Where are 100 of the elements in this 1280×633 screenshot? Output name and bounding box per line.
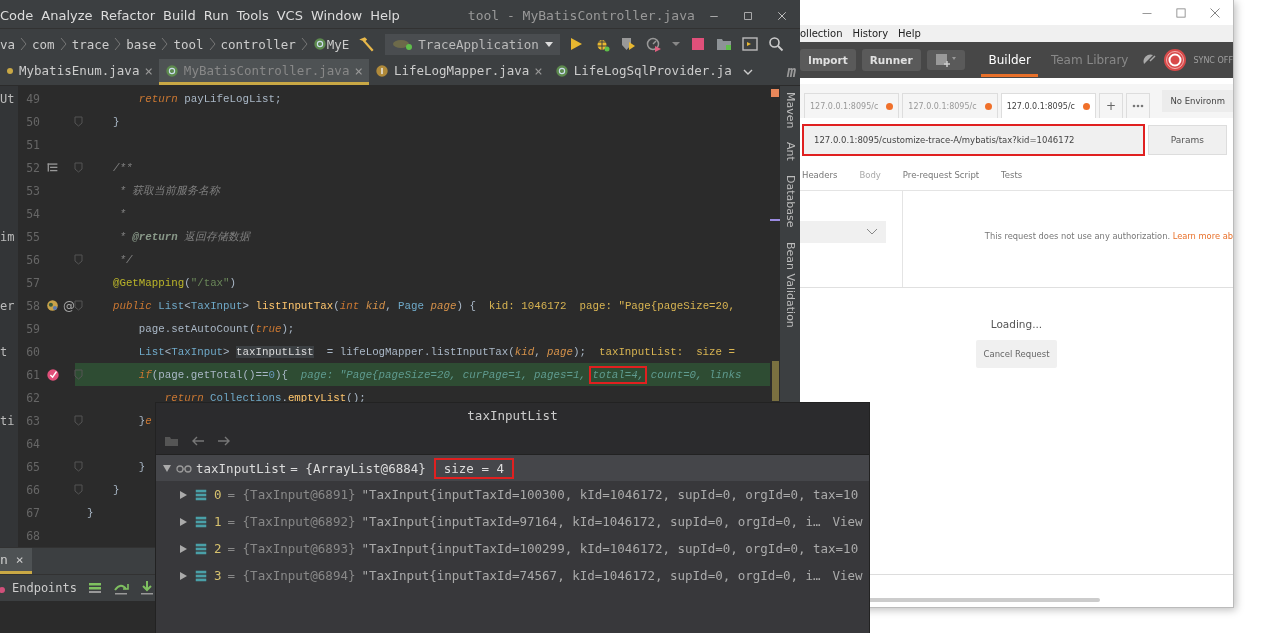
menu-item[interactable]: Help (898, 28, 921, 39)
request-tab[interactable]: 127.0.0.1:8095/c (1000, 93, 1096, 118)
tool-window-button[interactable]: Bean Validation (783, 241, 797, 328)
bottom-tab[interactable]: n × (0, 548, 32, 574)
request-sub-tab[interactable]: Headers (802, 170, 838, 180)
item-reference: = {TaxInput@6893} (227, 541, 356, 556)
item-index: 1 (214, 514, 222, 529)
folder-icon[interactable] (715, 36, 732, 52)
menu-item[interactable]: Build (163, 8, 201, 23)
toolbar-button[interactable]: Runner (861, 49, 921, 71)
maximize-icon[interactable] (742, 9, 754, 22)
line-number: 65 (25, 459, 40, 474)
warning-marker[interactable] (771, 89, 779, 97)
hammer-icon[interactable] (357, 35, 376, 53)
caret-icon[interactable] (671, 40, 680, 48)
size-label: size = 4 (433, 457, 514, 479)
file-icon (554, 63, 569, 78)
toolbar-button[interactable]: Import (800, 49, 856, 71)
menu-item[interactable]: History (852, 28, 889, 39)
menu-item[interactable]: Tools (236, 8, 274, 23)
download-icon[interactable] (139, 580, 156, 596)
project-tree-text[interactable]: er (0, 298, 15, 313)
menu-item[interactable]: Code (0, 8, 39, 23)
tool-window-button[interactable]: Maven (783, 92, 797, 129)
tree-row[interactable]: taxInputList = {ArrayList@6884} size = 4 (156, 455, 869, 481)
breakpoint-icon (46, 367, 60, 382)
project-tree-text[interactable]: im (0, 229, 15, 244)
menu-item[interactable]: Analyze (41, 8, 98, 23)
endpoints-button[interactable]: Endpoints (0, 581, 78, 595)
search-icon[interactable] (767, 36, 784, 52)
project-tree-text[interactable]: t (0, 344, 8, 359)
stop-icon[interactable] (689, 36, 706, 52)
sync-icon[interactable] (1163, 48, 1188, 72)
menu-item[interactable]: ollection (800, 28, 843, 39)
project-tree-text[interactable]: ti (0, 413, 15, 428)
code-line: } (111, 483, 120, 496)
line-number: 51 (25, 137, 40, 152)
expand-toggle-icon[interactable] (162, 463, 172, 473)
expand-toggle-icon[interactable] (178, 543, 188, 554)
gauge-icon[interactable] (645, 36, 662, 52)
sync-status: SYNC OFF (1193, 55, 1233, 65)
menu-item[interactable]: VCS (276, 8, 308, 23)
request-sub-tab[interactable]: Pre-request Script (902, 170, 980, 180)
editor-tab[interactable]: LifeLogMapper.java × (368, 59, 549, 85)
close-icon[interactable] (776, 9, 788, 22)
menu-item[interactable]: Run (203, 8, 234, 23)
breadcrumb-item[interactable]: va (0, 36, 16, 52)
breadcrumb-item[interactable]: controller (220, 36, 296, 52)
add-tab-button[interactable]: + (1099, 93, 1123, 118)
view-link[interactable]: View (832, 568, 863, 583)
breadcrumb-item[interactable]: tool (173, 36, 204, 52)
line-number: 67 (25, 505, 40, 520)
params-button[interactable]: Params (1147, 125, 1227, 155)
expand-toggle-icon[interactable] (178, 516, 188, 527)
terminal-icon[interactable] (741, 36, 758, 52)
url-field[interactable]: 127.0.0.1:8095/customize-trace-A/mybatis/tax?kid=1046172 (802, 124, 1145, 156)
list-icon (194, 487, 208, 502)
window-title: tool - MyBatisController.java (467, 8, 695, 23)
line-number: 63 (25, 413, 40, 428)
environment-dropdown[interactable]: No Environm (1162, 90, 1233, 112)
change-marker[interactable] (770, 219, 780, 221)
item-index: 3 (214, 568, 222, 583)
request-sub-tab[interactable]: Tests (1001, 170, 1023, 180)
line-number: 54 (25, 206, 40, 221)
breadcrumb-item[interactable]: com (32, 36, 55, 52)
breadcrumb-item[interactable]: MyE (326, 36, 350, 52)
editor-tab[interactable]: MybatisEnum.java × (0, 59, 159, 85)
tool-window-button[interactable]: Database (783, 175, 797, 228)
code-line: } (87, 506, 94, 519)
lines-icon[interactable] (87, 580, 104, 596)
project-tree-text[interactable]: Ut (0, 91, 15, 106)
menu-item[interactable]: Window (310, 8, 368, 23)
editor-tab[interactable]: LifeLogSqlProvider.ja (548, 59, 738, 85)
line-number: 49 (25, 91, 40, 106)
expand-toggle-icon[interactable] (178, 570, 188, 581)
new-button[interactable] (926, 50, 965, 70)
shield-icon[interactable] (619, 36, 636, 52)
menu-item[interactable]: Help (370, 8, 405, 23)
line-number: 57 (25, 275, 40, 290)
chevron-right-icon (208, 37, 216, 51)
close-icon[interactable] (1209, 6, 1221, 19)
scrollbar-thumb[interactable] (772, 361, 779, 401)
line-number: 62 (25, 390, 40, 405)
cancel-request-button[interactable]: Cancel Request (976, 340, 1057, 368)
breadcrumb-item[interactable]: base (126, 36, 157, 52)
line-number: 61 (25, 367, 40, 382)
nav-tab[interactable]: Builder (981, 43, 1038, 77)
code-line: public List<TaxInput> listInputTax(int kid, Page page) { kid: 1046172 page: "Page{pageSize=20, (111, 299, 736, 312)
run-config-dropdown[interactable]: TraceApplication (385, 33, 560, 55)
menu-item[interactable]: Refactor (100, 8, 161, 23)
line-number: 60 (25, 344, 40, 359)
line-number: 68 (25, 528, 40, 543)
chevron-down-icon (866, 228, 878, 236)
class-icon (312, 37, 327, 51)
side-letter[interactable]: m (782, 59, 800, 85)
tool-window-button[interactable]: Ant (783, 142, 797, 162)
view-link[interactable]: View (832, 514, 863, 529)
expand-toggle-icon[interactable] (178, 489, 188, 500)
file-icon (164, 63, 179, 78)
breadcrumb-item[interactable]: trace (71, 36, 110, 52)
